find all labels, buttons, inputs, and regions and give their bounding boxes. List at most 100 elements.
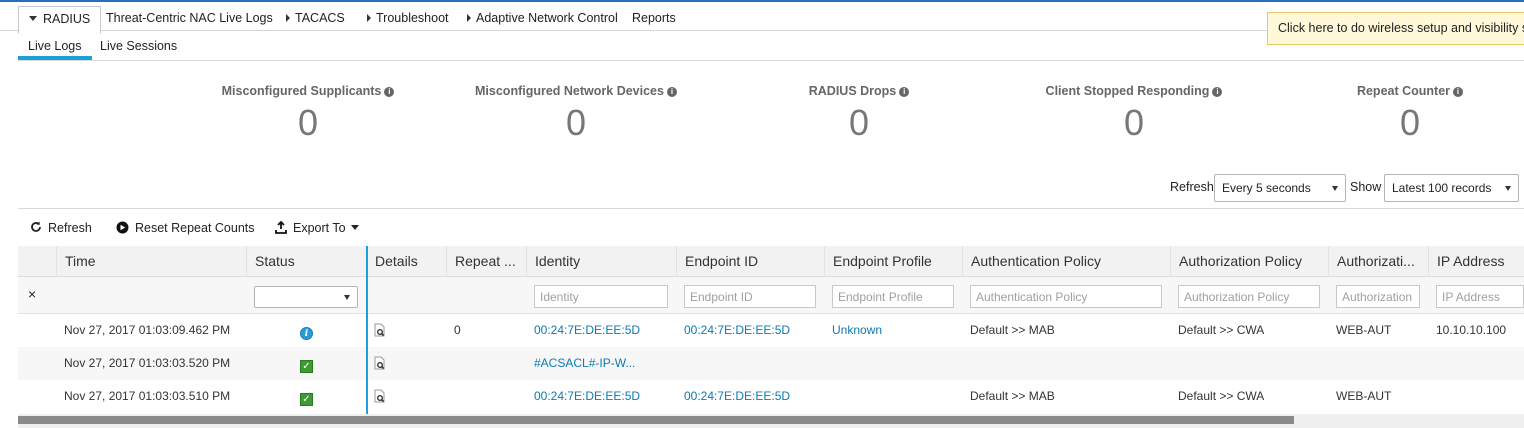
metric-value[interactable]: 0 <box>739 102 979 144</box>
tab-label: Troubleshoot <box>376 11 449 25</box>
time-cell: Nov 27, 2017 01:03:03.510 PM <box>64 389 231 403</box>
metric-misconfigured-supplicants: Misconfigured Supplicants i 0 <box>188 84 428 144</box>
column-header-time[interactable]: Time <box>56 246 246 277</box>
info-icon[interactable]: i <box>1212 87 1223 97</box>
button-label: Export To <box>293 221 346 235</box>
checkmark-icon[interactable]: ✓ <box>300 393 313 406</box>
metric-value[interactable]: 0 <box>188 102 428 144</box>
reset-repeat-counts-button[interactable]: Reset Repeat Counts <box>116 219 255 237</box>
refresh-button[interactable]: Refresh <box>30 219 92 237</box>
authorization-policy-filter-input[interactable] <box>1178 285 1320 308</box>
info-icon[interactable]: i <box>899 87 910 97</box>
details-cell <box>366 380 446 413</box>
divider <box>18 60 1524 61</box>
metric-value[interactable]: 0 <box>1014 102 1254 144</box>
horizontal-scrollbar[interactable] <box>18 414 1524 428</box>
status-cell: ✓ <box>246 347 366 380</box>
authorization-profile-filter-input[interactable] <box>1336 285 1420 308</box>
details-magnifier-icon[interactable] <box>374 389 386 403</box>
endpoint-id-link[interactable] <box>676 347 824 380</box>
column-header-authorization-profile[interactable]: Authorizati... <box>1328 246 1428 277</box>
tab-adaptive-network-control[interactable]: Adaptive Network Control <box>467 6 618 32</box>
metric-label: Misconfigured Network Devices <box>475 84 664 98</box>
chevron-down-icon <box>351 225 360 230</box>
metric-radius-drops: RADIUS Drops i 0 <box>739 84 979 144</box>
column-header-authorization-policy[interactable]: Authorization Policy <box>1170 246 1328 277</box>
endpoint-profile-link[interactable] <box>824 380 962 413</box>
identity-link[interactable]: 00:24:7E:DE:EE:5D <box>526 380 676 413</box>
metric-client-stopped-responding: Client Stopped Responding i 0 <box>1014 84 1254 144</box>
identity-link[interactable]: #ACSACL#-IP-W... <box>526 347 676 380</box>
column-header-select <box>18 246 56 277</box>
column-header-identity[interactable]: Identity <box>526 246 676 277</box>
ip-address-filter-input[interactable] <box>1436 285 1524 308</box>
time-cell: Nov 27, 2017 01:03:03.520 PM <box>64 356 231 370</box>
column-header-status[interactable]: Status <box>246 246 366 277</box>
endpoint-profile-filter-input[interactable] <box>832 285 954 308</box>
metric-value[interactable]: 0 <box>456 102 696 144</box>
column-header-authentication-policy[interactable]: Authentication Policy <box>962 246 1170 277</box>
status-cell: ✓ <box>246 380 366 413</box>
tab-tacacs[interactable]: TACACS <box>286 6 345 32</box>
checkmark-icon[interactable]: ✓ <box>300 360 313 373</box>
tab-threat-centric-nac[interactable]: Threat-Centric NAC Live Logs <box>106 6 273 32</box>
ip-address-cell <box>1428 347 1524 380</box>
info-icon[interactable]: i <box>1453 87 1464 97</box>
chevron-down-icon <box>29 16 37 21</box>
frozen-column-divider[interactable] <box>366 246 368 414</box>
time-cell: Nov 27, 2017 01:03:09.462 PM <box>64 323 231 337</box>
tab-radius[interactable]: RADIUS <box>18 6 102 34</box>
ip-address-cell <box>1428 380 1524 413</box>
info-status-icon[interactable]: i <box>300 327 313 340</box>
identity-filter-input[interactable] <box>534 285 668 308</box>
column-header-ip-address[interactable]: IP Address <box>1428 246 1524 277</box>
column-header-endpoint-id[interactable]: Endpoint ID <box>676 246 824 277</box>
table-row[interactable]: Nov 27, 2017 01:03:03.510 PM ✓ 00:24:7E:… <box>18 380 1524 413</box>
export-icon <box>275 220 287 234</box>
metric-misconfigured-network-devices: Misconfigured Network Devices i 0 <box>456 84 696 144</box>
repeat-count-cell <box>446 347 526 380</box>
endpoint-id-filter-input[interactable] <box>684 285 816 308</box>
metric-repeat-counter: Repeat Counter i 0 <box>1290 84 1524 144</box>
tab-reports[interactable]: Reports <box>632 6 676 32</box>
tab-troubleshoot[interactable]: Troubleshoot <box>367 6 449 32</box>
metric-label: RADIUS Drops <box>808 84 897 98</box>
column-header-details[interactable]: Details <box>366 246 446 277</box>
endpoint-id-link[interactable]: 00:24:7E:DE:EE:5D <box>676 380 824 413</box>
info-icon[interactable]: i <box>666 87 677 97</box>
metric-label: Misconfigured Supplicants <box>221 84 382 98</box>
authorization-policy-cell: Default >> CWA <box>1178 323 1265 337</box>
endpoint-id-link[interactable]: 00:24:7E:DE:EE:5D <box>676 314 824 347</box>
tab-label: RADIUS <box>43 12 91 26</box>
column-header-endpoint-profile[interactable]: Endpoint Profile <box>824 246 962 277</box>
refresh-interval-label: Refresh <box>1170 180 1214 194</box>
metric-value[interactable]: 0 <box>1290 102 1524 144</box>
subtab-live-sessions[interactable]: Live Sessions <box>100 38 177 60</box>
refresh-interval-select[interactable]: Every 5 seconds <box>1214 174 1346 202</box>
endpoint-profile-link[interactable] <box>824 347 962 380</box>
status-filter-select[interactable] <box>254 286 358 308</box>
ip-address-cell: 10.10.10.100 <box>1436 323 1507 337</box>
scrollbar-thumb[interactable] <box>18 416 1294 424</box>
details-magnifier-icon[interactable] <box>374 356 386 370</box>
clear-filters-icon[interactable]: × <box>28 286 36 302</box>
subtab-live-logs[interactable]: Live Logs <box>18 38 92 60</box>
dropdown-arrow-icon <box>344 295 350 300</box>
details-cell <box>366 314 446 347</box>
column-header-repeat[interactable]: Repeat ... <box>446 246 526 277</box>
identity-link[interactable]: 00:24:7E:DE:EE:5D <box>526 314 676 347</box>
metric-label: Repeat Counter <box>1356 84 1451 98</box>
reset-icon <box>116 221 129 234</box>
authorization-profile-cell: WEB-AUT <box>1336 389 1392 403</box>
table-row[interactable]: Nov 27, 2017 01:03:03.520 PM ✓ #ACSACL#-… <box>18 347 1524 380</box>
dropdown-arrow-icon <box>1505 186 1511 191</box>
show-records-select[interactable]: Latest 100 records <box>1384 174 1519 202</box>
authorization-profile-cell <box>1328 347 1428 380</box>
authentication-policy-filter-input[interactable] <box>970 285 1162 308</box>
info-icon[interactable]: i <box>384 87 395 97</box>
details-magnifier-icon[interactable] <box>374 323 386 337</box>
export-to-button[interactable]: Export To <box>275 219 360 237</box>
table-row[interactable]: Nov 27, 2017 01:03:09.462 PM i 0 00:24:7… <box>18 314 1524 347</box>
wireless-setup-banner[interactable]: Click here to do wireless setup and visi… <box>1267 12 1524 45</box>
endpoint-profile-link[interactable]: Unknown <box>824 314 962 347</box>
